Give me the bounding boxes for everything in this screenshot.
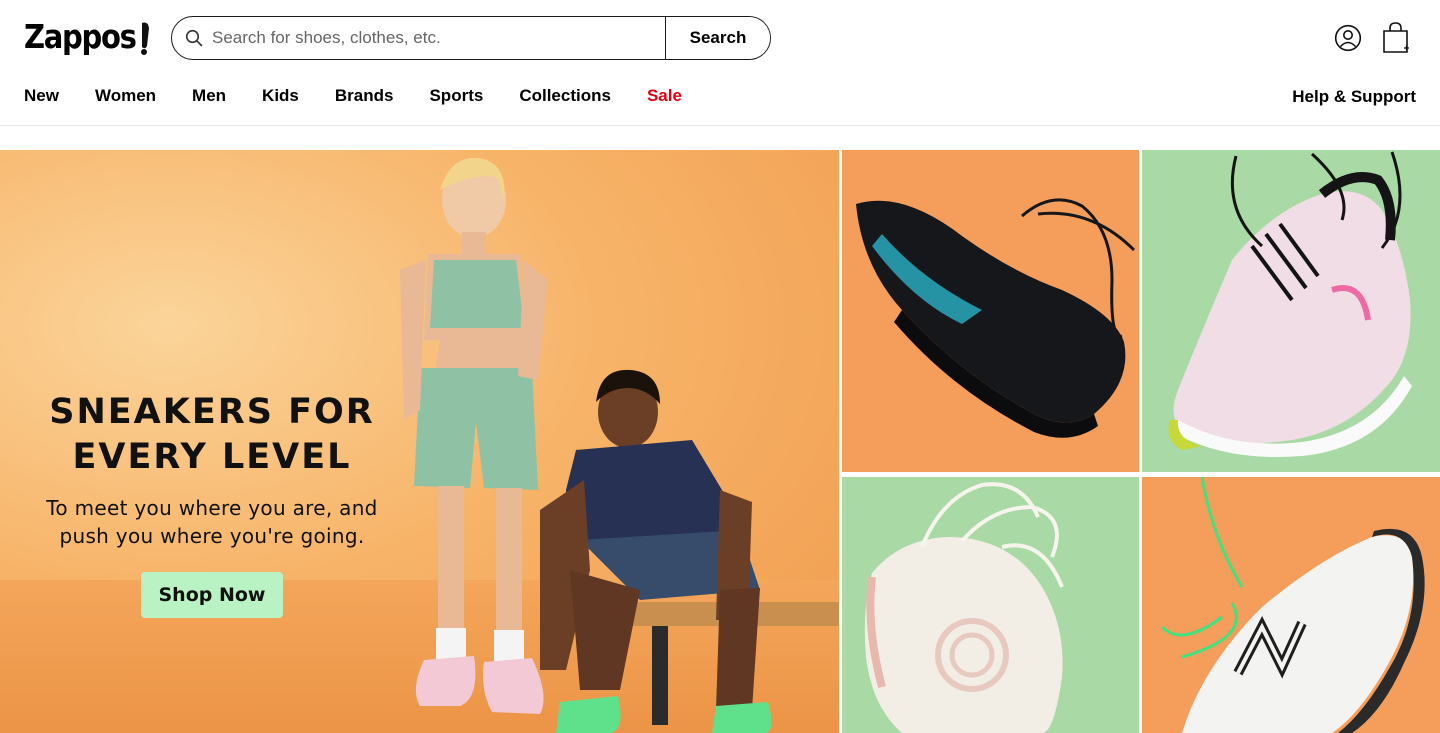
search-button[interactable]: Search — [666, 17, 770, 59]
shop-now-button[interactable]: Shop Now — [141, 572, 283, 618]
product-tile-white-black-shoe[interactable] — [1142, 477, 1440, 733]
product-tile-black-shoe[interactable] — [842, 150, 1139, 472]
account-icon[interactable] — [1334, 24, 1362, 52]
nav-item-collections[interactable]: Collections — [519, 86, 611, 110]
nav-item-women[interactable]: Women — [95, 86, 156, 110]
nav-item-new[interactable]: New — [24, 86, 59, 110]
product-tile-white-shoe[interactable] — [842, 477, 1139, 733]
nav-item-sports[interactable]: Sports — [429, 86, 483, 110]
logo-wordmark: Zappos — [24, 16, 137, 56]
search-field — [172, 17, 666, 59]
help-support-link[interactable]: Help & Support — [1292, 87, 1416, 107]
nav-item-brands[interactable]: Brands — [335, 86, 394, 110]
hero-headline: SNEAKERS FOR EVERY LEVEL — [49, 392, 375, 477]
white-running-shoe-image — [864, 482, 1064, 733]
nav-item-sale[interactable]: Sale — [647, 86, 682, 110]
search-bar: Search — [171, 16, 771, 60]
white-black-running-shoe-image — [1160, 477, 1425, 733]
nav-item-men[interactable]: Men — [192, 86, 226, 110]
main-nav: New Women Men Kids Brands Sports Collect… — [24, 86, 718, 110]
shopping-bag-icon[interactable] — [1380, 21, 1412, 55]
search-input[interactable] — [172, 17, 665, 59]
site-header: Zappos Search New Women Men Kids Brands — [0, 0, 1440, 126]
hero-athletes-image — [400, 157, 839, 733]
logo-sneaker-mark-icon — [140, 22, 149, 55]
nav-item-kids[interactable]: Kids — [262, 86, 299, 110]
zappos-logo[interactable]: Zappos — [24, 14, 151, 58]
search-icon — [185, 29, 203, 47]
pink-running-shoe-image — [1168, 151, 1412, 458]
product-tile-pink-shoe[interactable] — [1142, 150, 1440, 472]
black-running-shoe-image — [856, 198, 1136, 438]
hero-banner[interactable]: SNEAKERS FOR EVERY LEVEL To meet you whe… — [0, 150, 839, 733]
hero-subtext: To meet you where you are, and push you … — [46, 496, 378, 548]
